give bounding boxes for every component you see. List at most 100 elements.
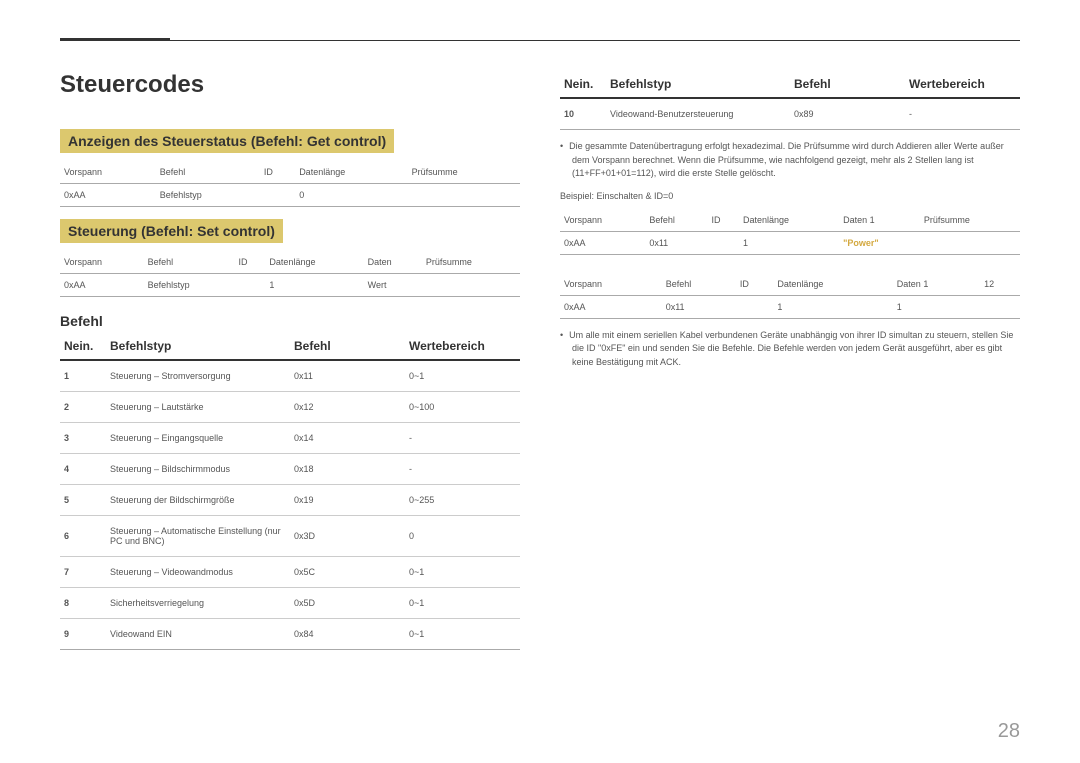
th: Wertebereich — [905, 71, 1020, 98]
td: 0~1 — [405, 619, 520, 650]
td: 0x14 — [290, 423, 405, 454]
td: 0xAA — [60, 184, 156, 207]
td: 1 — [773, 295, 892, 318]
td: 3 — [60, 423, 106, 454]
table-row: 2Steuerung – Lautstärke0x120~100 — [60, 392, 520, 423]
th: Prüfsumme — [422, 251, 520, 274]
th: Prüfsumme — [920, 209, 1020, 232]
th: Vorspann — [560, 209, 645, 232]
td — [980, 295, 1020, 318]
example-table-power: Vorspann Befehl ID Datenlänge Daten 1 Pr… — [560, 209, 1020, 255]
td: 0x18 — [290, 454, 405, 485]
th: Datenlänge — [773, 273, 892, 296]
th: ID — [235, 251, 266, 274]
th: Nein. — [560, 71, 606, 98]
td: 4 — [60, 454, 106, 485]
td: 1 — [265, 274, 363, 297]
th: Befehl — [290, 333, 405, 360]
td: 0~255 — [405, 485, 520, 516]
th: Befehl — [790, 71, 905, 98]
command-table: Nein. Befehlstyp Befehl Wertebereich 1St… — [60, 333, 520, 650]
th: Prüfsumme — [408, 161, 520, 184]
th: Befehl — [645, 209, 707, 232]
td: 0x11 — [290, 360, 405, 392]
td: - — [905, 98, 1020, 130]
td: 0x5C — [290, 557, 405, 588]
td — [736, 295, 774, 318]
th: Befehl — [144, 251, 235, 274]
table-row: 5Steuerung der Bildschirmgröße0x190~255 — [60, 485, 520, 516]
td: 7 — [60, 557, 106, 588]
td: Steuerung – Automatische Einstellung (nu… — [106, 516, 290, 557]
td — [260, 184, 295, 207]
note-text: Die gesammte Datenübertragung erfolgt he… — [572, 140, 1020, 181]
table-row: 3Steuerung – Eingangsquelle0x14- — [60, 423, 520, 454]
td: Steuerung – Videowandmodus — [106, 557, 290, 588]
th: Befehl — [662, 273, 736, 296]
th: Befehl — [156, 161, 260, 184]
td: 0 — [295, 184, 407, 207]
th: Vorspann — [60, 251, 144, 274]
td: 0 — [405, 516, 520, 557]
section-heading-get-control: Anzeigen des Steuerstatus (Befehl: Get c… — [60, 129, 394, 153]
td: 0x84 — [290, 619, 405, 650]
table-row: 1Steuerung – Stromversorgung0x110~1 — [60, 360, 520, 392]
td: - — [405, 423, 520, 454]
td: Steuerung – Eingangsquelle — [106, 423, 290, 454]
example-label: Beispiel: Einschalten & ID=0 — [560, 191, 1020, 201]
td: 9 — [60, 619, 106, 650]
td: 0x11 — [645, 231, 707, 254]
td: 0x12 — [290, 392, 405, 423]
td: 0x89 — [790, 98, 905, 130]
td: 0x19 — [290, 485, 405, 516]
page-number: 28 — [998, 720, 1020, 743]
note-text: Um alle mit einem seriellen Kabel verbun… — [572, 329, 1020, 370]
td: 1 — [893, 295, 980, 318]
td: Sicherheitsverriegelung — [106, 588, 290, 619]
td: Steuerung – Bildschirmmodus — [106, 454, 290, 485]
table-row: 9Videowand EIN0x840~1 — [60, 619, 520, 650]
td: 0~1 — [405, 557, 520, 588]
th: Datenlänge — [295, 161, 407, 184]
td: 2 — [60, 392, 106, 423]
th: ID — [736, 273, 774, 296]
td — [408, 184, 520, 207]
th: Befehlstyp — [106, 333, 290, 360]
td: 0x11 — [662, 295, 736, 318]
td: Befehlstyp — [156, 184, 260, 207]
td: 1 — [739, 231, 839, 254]
td: 0~100 — [405, 392, 520, 423]
th: 12 — [980, 273, 1020, 296]
td: Steuerung – Lautstärke — [106, 392, 290, 423]
section-heading-set-control: Steuerung (Befehl: Set control) — [60, 219, 283, 243]
th: Vorspann — [560, 273, 662, 296]
th: Wertebereich — [405, 333, 520, 360]
td: 0x5D — [290, 588, 405, 619]
td: 1 — [60, 360, 106, 392]
td: 0~1 — [405, 588, 520, 619]
td: Videowand EIN — [106, 619, 290, 650]
th: Daten 1 — [893, 273, 980, 296]
th: ID — [707, 209, 739, 232]
note-serial-cable: Um alle mit einem seriellen Kabel verbun… — [560, 329, 1020, 370]
th: Daten — [364, 251, 422, 274]
example-table-b: Vorspann Befehl ID Datenlänge Daten 1 12… — [560, 273, 1020, 319]
td: Steuerung der Bildschirmgröße — [106, 485, 290, 516]
td: 5 — [60, 485, 106, 516]
td: Steuerung – Stromversorgung — [106, 360, 290, 392]
table-row: 4Steuerung – Bildschirmmodus0x18- — [60, 454, 520, 485]
th: Befehlstyp — [606, 71, 790, 98]
td: Videowand-Benutzersteuerung — [606, 98, 790, 130]
td — [422, 274, 520, 297]
td: 0~1 — [405, 360, 520, 392]
td: Wert — [364, 274, 422, 297]
td: 0xAA — [560, 231, 645, 254]
command-table-continued: Nein. Befehlstyp Befehl Wertebereich 10 … — [560, 71, 1020, 130]
table-row: 6Steuerung – Automatische Einstellung (n… — [60, 516, 520, 557]
td — [707, 231, 739, 254]
td — [920, 231, 1020, 254]
th: Nein. — [60, 333, 106, 360]
th: Datenlänge — [265, 251, 363, 274]
td: 0xAA — [560, 295, 662, 318]
table-row: 8Sicherheitsverriegelung0x5D0~1 — [60, 588, 520, 619]
